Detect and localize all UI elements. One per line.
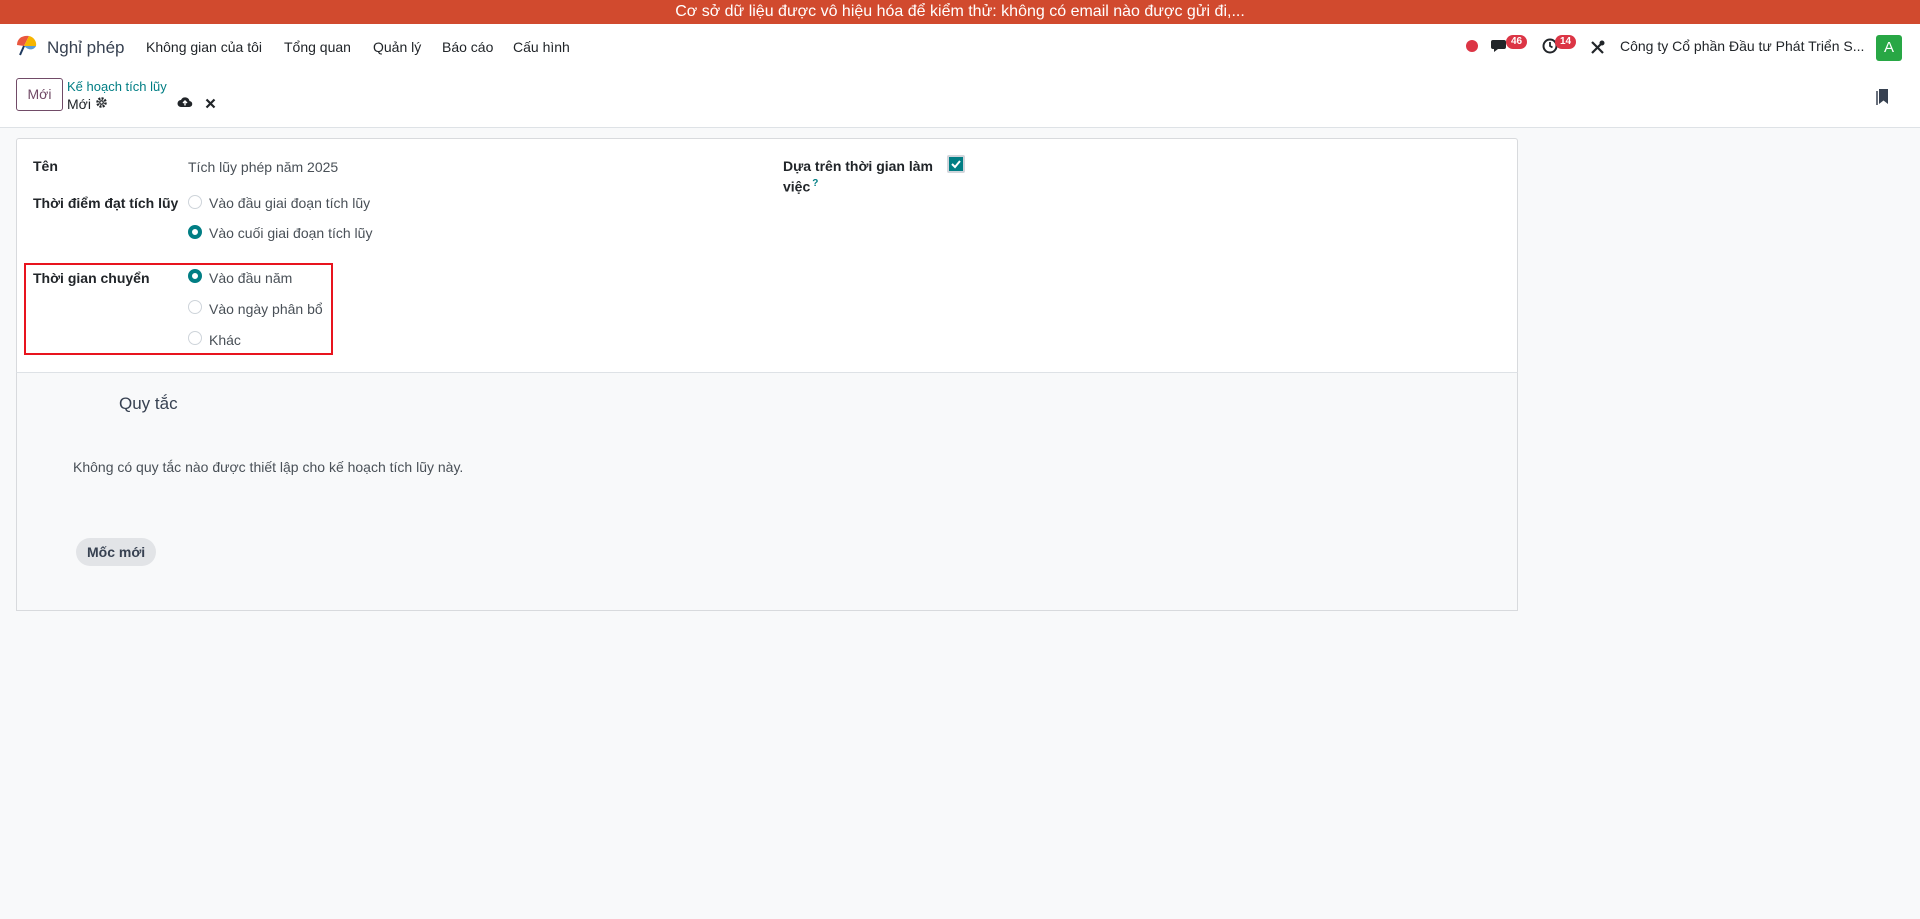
menu-reporting[interactable]: Báo cáo — [442, 39, 493, 55]
name-field-input[interactable]: Tích lũy phép năm 2025 — [188, 159, 338, 175]
carryover-radio-allocation[interactable] — [188, 300, 202, 314]
help-tooltip-icon[interactable]: ? — [812, 178, 818, 189]
breadcrumb-current-record: Mới — [67, 96, 91, 112]
app-name[interactable]: Nghỉ phép — [47, 38, 125, 58]
menu-overview[interactable]: Tổng quan — [284, 39, 351, 55]
gain-time-radio-start[interactable] — [188, 195, 202, 209]
test-mode-banner: Cơ sở dữ liệu được vô hiệu hóa để kiểm t… — [0, 0, 1920, 24]
recording-indicator-icon[interactable] — [1466, 40, 1478, 52]
rules-section-title: Quy tắc — [119, 394, 178, 413]
menu-my-space[interactable]: Không gian của tôi — [146, 39, 262, 55]
carryover-option-year-start[interactable]: Vào đầu năm — [209, 270, 292, 286]
control-panel — [0, 70, 1920, 128]
debug-tools-button[interactable] — [1590, 40, 1605, 58]
new-milestone-button[interactable]: Mốc mới — [76, 538, 157, 566]
company-switcher[interactable]: Công ty Cổ phần Đầu tư Phát Triển S... — [1620, 38, 1864, 54]
carryover-label: Thời gian chuyển — [33, 270, 150, 286]
milestones-section — [16, 372, 1518, 611]
carryover-radio-year-start[interactable] — [188, 269, 202, 283]
gain-time-label: Thời điểm đạt tích lũy — [33, 195, 179, 211]
menu-configuration[interactable]: Cấu hình — [513, 39, 570, 55]
rules-empty-message: Không có quy tắc nào được thiết lập cho … — [73, 459, 464, 475]
worked-time-label: Dựa trên thời gian làm — [783, 158, 934, 174]
tools-icon — [1591, 40, 1605, 54]
worked-time-label-line2: việc? — [783, 178, 819, 195]
messages-count-badge: 46 — [1506, 35, 1528, 49]
gain-time-radio-end[interactable] — [188, 225, 202, 239]
gear-icon[interactable] — [95, 96, 108, 112]
carryover-option-other[interactable]: Khác — [209, 332, 241, 348]
activities-count-badge: 14 — [1555, 35, 1577, 49]
worked-time-checkbox[interactable] — [947, 155, 965, 173]
name-field-label: Tên — [33, 158, 58, 174]
breadcrumb-accrual-plans[interactable]: Kế hoạch tích lũy — [67, 79, 167, 94]
bookmark-icon[interactable] — [1876, 88, 1890, 109]
carryover-option-allocation[interactable]: Vào ngày phân bổ — [209, 301, 323, 317]
gain-time-option-start[interactable]: Vào đầu giai đoạn tích lũy — [209, 195, 370, 211]
carryover-radio-other[interactable] — [188, 331, 202, 345]
new-record-button[interactable]: Mới — [16, 78, 63, 111]
discard-close-icon[interactable] — [205, 96, 216, 112]
gain-time-option-end[interactable]: Vào cuối giai đoạn tích lũy — [209, 225, 372, 241]
time-off-app-icon[interactable] — [15, 33, 39, 57]
user-avatar[interactable]: A — [1876, 35, 1902, 61]
cloud-save-icon[interactable] — [177, 96, 193, 112]
checkmark-icon — [951, 160, 961, 169]
menu-management[interactable]: Quản lý — [373, 39, 421, 55]
